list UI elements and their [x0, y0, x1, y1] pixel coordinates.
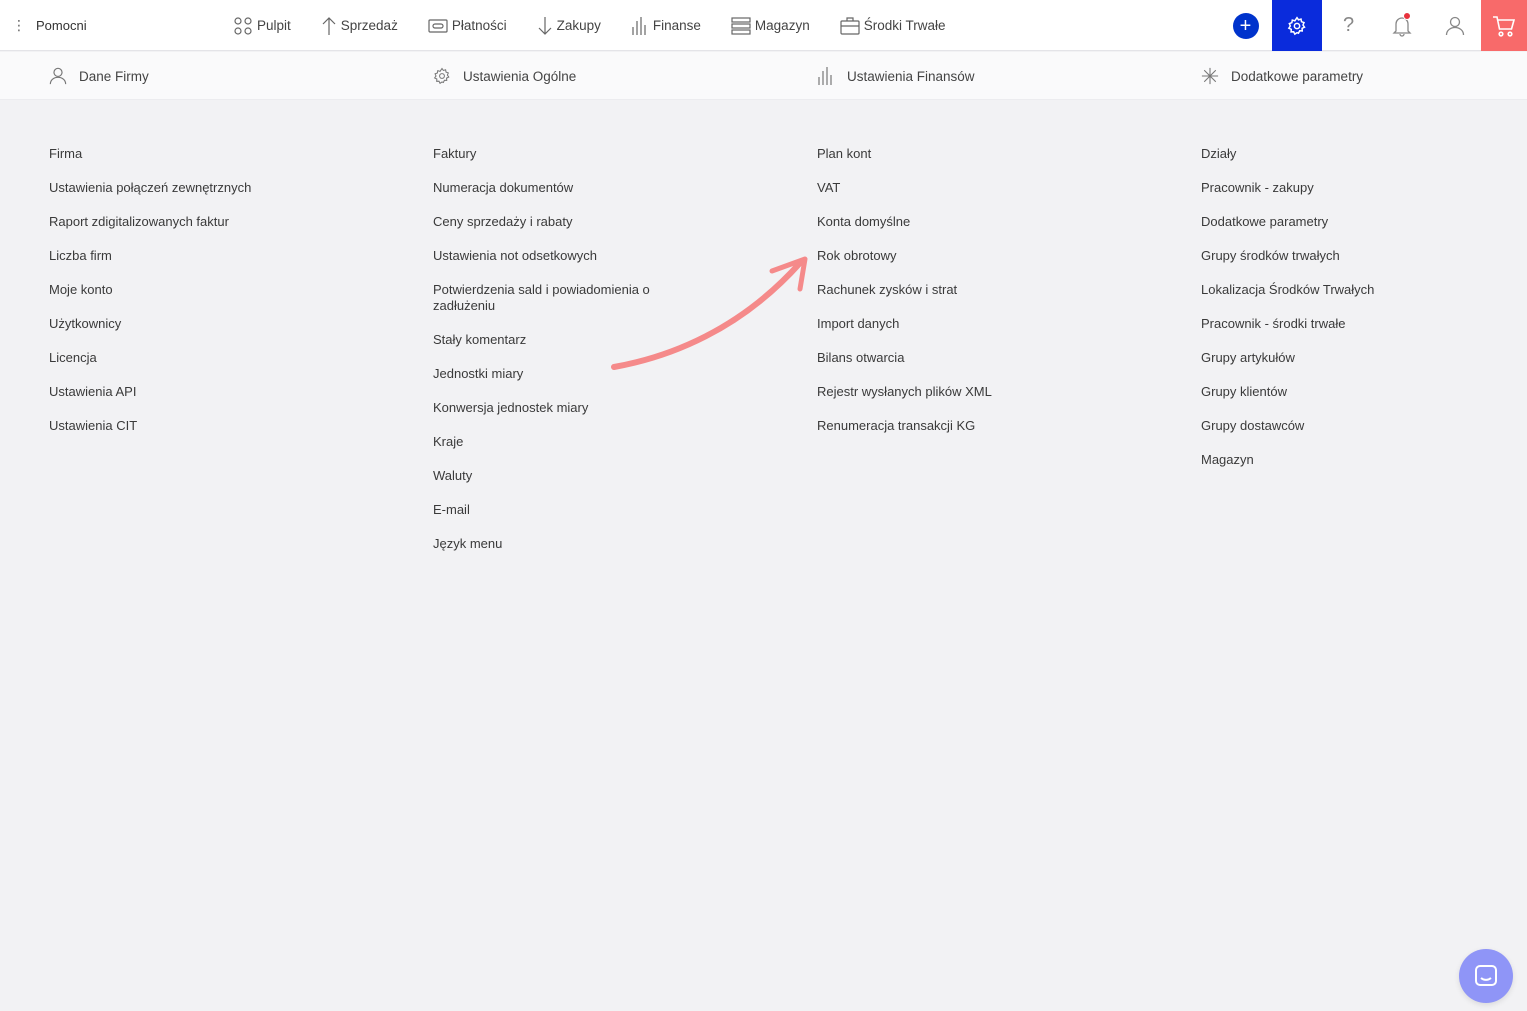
finance-icon — [632, 16, 646, 35]
link-pracownik-srodki[interactable]: Pracownik - środki trwałe — [1201, 314, 1501, 334]
brand-label: Pomocni — [36, 18, 87, 33]
link-import-danych[interactable]: Import danych — [817, 314, 1177, 334]
tab-dane-firmy[interactable]: Dane Firmy — [49, 52, 149, 100]
nav-pulpit[interactable]: Pulpit — [233, 16, 291, 36]
cart-icon — [1493, 15, 1516, 37]
link-rejestr-xml[interactable]: Rejestr wysłanych plików XML — [817, 382, 1177, 402]
notification-dot — [1403, 12, 1411, 20]
help-button[interactable]: ? — [1322, 0, 1375, 51]
link-grupy-dostawcow[interactable]: Grupy dostawców — [1201, 416, 1501, 436]
briefcase-icon — [840, 16, 860, 35]
link-licencja[interactable]: Licencja — [49, 348, 409, 368]
tab-label: Dodatkowe parametry — [1231, 68, 1364, 84]
link-liczba-firm[interactable]: Liczba firm — [49, 246, 409, 266]
nav-label: Płatności — [451, 18, 507, 33]
gear-icon — [1287, 15, 1306, 35]
link-moje-konto[interactable]: Moje konto — [49, 280, 409, 300]
nav-label: Pulpit — [257, 18, 291, 33]
tab-label: Ustawienia Ogólne — [463, 68, 577, 84]
link-faktury[interactable]: Faktury — [433, 144, 793, 164]
link-numeracja-dokumentow[interactable]: Numeracja dokumentów — [433, 178, 793, 198]
nav-finanse[interactable]: Finanse — [631, 16, 701, 36]
profile-button[interactable] — [1428, 0, 1481, 51]
brand-menu[interactable]: ⋮ Pomocni — [12, 0, 87, 51]
toolbar-right: + ? — [1219, 0, 1527, 51]
plus-icon: + — [1232, 12, 1259, 39]
arrow-up-icon — [322, 16, 336, 35]
nav-label: Finanse — [652, 18, 701, 33]
kebab-menu-icon[interactable]: ⋮ — [12, 17, 26, 34]
nav-label: Sprzedaż — [340, 18, 398, 33]
arrow-down-icon — [538, 16, 552, 35]
gear-icon — [433, 67, 450, 85]
payment-icon — [428, 18, 448, 33]
column-dane-firmy: Firma Ustawienia połączeń zewnętrznych R… — [49, 144, 409, 436]
nav-magazyn[interactable]: Magazyn — [731, 16, 810, 36]
dashboard-icon — [234, 16, 252, 35]
link-magazyn[interactable]: Magazyn — [1201, 450, 1501, 470]
link-plan-kont[interactable]: Plan kont — [817, 144, 1177, 164]
nav-srodki-trwale[interactable]: Środki Trwałe — [840, 16, 946, 36]
annotation-arrow — [611, 256, 808, 370]
link-konta-domyslne[interactable]: Konta domyślne — [817, 212, 1177, 232]
user-icon — [49, 67, 67, 85]
cart-button[interactable] — [1481, 0, 1527, 51]
nav-sprzedaz[interactable]: Sprzedaż — [321, 16, 398, 36]
link-raport-faktur[interactable]: Raport zdigitalizowanych faktur — [49, 212, 409, 232]
user-icon — [1445, 16, 1464, 35]
link-kraje[interactable]: Kraje — [433, 432, 793, 452]
link-email[interactable]: E-mail — [433, 500, 793, 520]
link-bilans-otwarcia[interactable]: Bilans otwarcia — [817, 348, 1177, 368]
nav-zakupy[interactable]: Zakupy — [537, 16, 601, 36]
tab-label: Ustawienia Finansów — [847, 68, 975, 84]
chat-icon — [1475, 965, 1497, 986]
link-dodatkowe-parametry[interactable]: Dodatkowe parametry — [1201, 212, 1501, 232]
top-navigation-bar: ⋮ Pomocni Pulpit Sprzedaż Płatności Zaku… — [0, 0, 1527, 51]
settings-tabs: Dane Firmy Ustawienia Ogólne Ustawienia … — [0, 52, 1527, 100]
link-ustawienia-cit[interactable]: Ustawienia CIT — [49, 416, 409, 436]
nav-label: Zakupy — [556, 18, 601, 33]
column-ustawienia-finansow: Plan kont VAT Konta domyślne Rok obrotow… — [817, 144, 1177, 436]
link-firma[interactable]: Firma — [49, 144, 409, 164]
tab-dodatkowe-parametry[interactable]: Dodatkowe parametry — [1201, 52, 1363, 100]
link-ustawienia-api[interactable]: Ustawienia API — [49, 382, 409, 402]
link-pracownik-zakupy[interactable]: Pracownik - zakupy — [1201, 178, 1501, 198]
nav-platnosci[interactable]: Płatności — [428, 17, 507, 35]
notifications-button[interactable] — [1375, 0, 1428, 51]
link-konwersja-jednostek[interactable]: Konwersja jednostek miary — [433, 398, 793, 418]
link-grupy-srodkow[interactable]: Grupy środków trwałych — [1201, 246, 1501, 266]
link-rachunek-zyskow[interactable]: Rachunek zysków i strat — [817, 280, 1177, 300]
nav-label: Środki Trwałe — [863, 18, 946, 33]
link-rok-obrotowy[interactable]: Rok obrotowy — [817, 246, 1177, 266]
link-renumeracja-kg[interactable]: Renumeracja transakcji KG — [817, 416, 1177, 436]
link-waluty[interactable]: Waluty — [433, 466, 793, 486]
asterisk-icon — [1201, 67, 1219, 85]
link-lokalizacja-srodkow[interactable]: Lokalizacja Środków Trwałych — [1201, 280, 1501, 300]
nav-label: Magazyn — [754, 18, 810, 33]
tab-ustawienia-ogolne[interactable]: Ustawienia Ogólne — [433, 52, 576, 100]
link-vat[interactable]: VAT — [817, 178, 1177, 198]
link-jezyk-menu[interactable]: Język menu — [433, 534, 793, 554]
chat-button[interactable] — [1459, 949, 1513, 1003]
add-button[interactable]: + — [1219, 0, 1272, 51]
link-ustawienia-polaczen[interactable]: Ustawienia połączeń zewnętrznych — [49, 178, 409, 198]
link-uzytkownicy[interactable]: Użytkownicy — [49, 314, 409, 334]
tab-ustawienia-finansow[interactable]: Ustawienia Finansów — [817, 52, 975, 100]
help-icon: ? — [1342, 14, 1355, 36]
main-nav: Pulpit Sprzedaż Płatności Zakupy Finanse… — [233, 0, 945, 51]
link-ceny-sprzedazy[interactable]: Ceny sprzedaży i rabaty — [433, 212, 793, 232]
settings-button[interactable] — [1272, 0, 1322, 51]
link-grupy-artykulow[interactable]: Grupy artykułów — [1201, 348, 1501, 368]
link-dzialy[interactable]: Działy — [1201, 144, 1501, 164]
finance-icon — [818, 67, 832, 85]
column-dodatkowe-parametry: Działy Pracownik - zakupy Dodatkowe para… — [1201, 144, 1501, 470]
warehouse-icon — [731, 16, 751, 35]
tab-label: Dane Firmy — [79, 68, 149, 84]
link-grupy-klientow[interactable]: Grupy klientów — [1201, 382, 1501, 402]
